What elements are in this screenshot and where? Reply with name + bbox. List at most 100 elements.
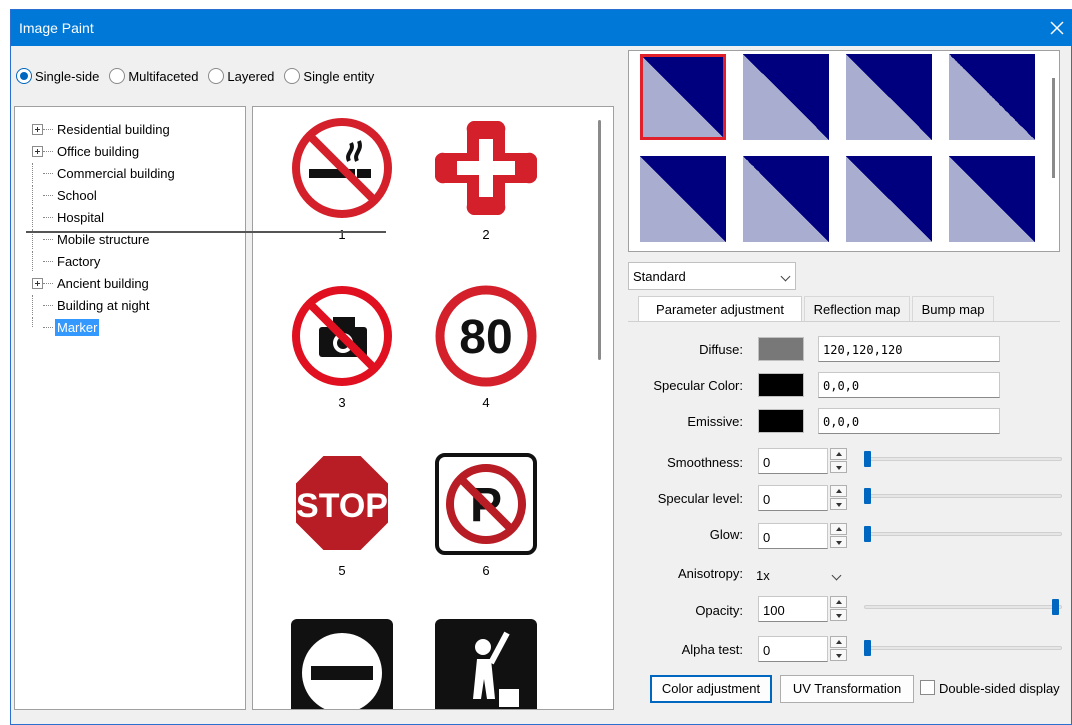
specular-level-value: 0 (763, 492, 771, 507)
radio-layered[interactable]: Layered (208, 68, 274, 84)
anisotropy-select[interactable]: 1x (750, 562, 846, 588)
gallery-item[interactable]: P 6 (431, 451, 541, 591)
emissive-value: 0,0,0 (823, 415, 860, 429)
material-swatch[interactable] (949, 54, 1035, 140)
opacity-value: 100 (763, 603, 785, 618)
preview-horizontal-scrollbar[interactable] (26, 231, 386, 233)
emissive-color-swatch[interactable] (758, 409, 804, 433)
smoothness-slider-thumb[interactable] (864, 451, 871, 467)
spin-down-icon[interactable] (830, 609, 847, 621)
material-swatch[interactable] (846, 156, 932, 242)
tree-item-residential-building[interactable]: Residential building (15, 119, 172, 139)
uv-transformation-button[interactable]: UV Transformation (780, 675, 914, 703)
radio-single-side[interactable]: Single-side (16, 68, 99, 84)
gallery-item[interactable] (287, 619, 397, 709)
glow-value: 0 (763, 530, 771, 545)
glow-slider-thumb[interactable] (864, 526, 871, 542)
spin-down-icon[interactable] (830, 536, 847, 548)
category-tree[interactable]: Residential building Office building Com… (14, 106, 246, 710)
specular-level-slider[interactable] (864, 494, 1062, 498)
double-sided-checkbox[interactable] (920, 680, 935, 695)
alpha-test-spinner[interactable]: 0 (758, 636, 848, 662)
sign-text: STOP (296, 487, 388, 525)
tree-item-label: Hospital (57, 209, 104, 225)
spin-down-icon[interactable] (830, 461, 847, 473)
glow-label: Glow: (709, 527, 743, 542)
radio-single-entity[interactable]: Single entity (284, 68, 374, 84)
spin-up-icon[interactable] (830, 485, 847, 497)
mode-radio-group: Single-side Multifaceted Layered Single … (16, 66, 384, 86)
tree-item-commercial-building[interactable]: Commercial building (15, 163, 177, 183)
gallery-item-number: 1 (338, 227, 346, 242)
gallery-item-number: 5 (338, 563, 346, 578)
specular-color-label: Specular Color: (653, 378, 743, 393)
glow-spinner[interactable]: 0 (758, 523, 848, 549)
opacity-slider-thumb[interactable] (1052, 599, 1059, 615)
emissive-value-field[interactable]: 0,0,0 (818, 408, 1000, 434)
material-swatch[interactable] (846, 54, 932, 140)
gallery-item-number: 3 (338, 395, 346, 410)
close-icon[interactable] (1043, 14, 1071, 42)
tree-item-label: Commercial building (57, 165, 175, 181)
spin-up-icon[interactable] (830, 636, 847, 648)
material-swatch[interactable] (640, 156, 726, 242)
expand-icon[interactable] (32, 277, 43, 289)
alpha-test-slider[interactable] (864, 646, 1062, 650)
tree-item-hospital[interactable]: Hospital (15, 207, 106, 227)
smoothness-slider[interactable] (864, 457, 1062, 461)
expand-icon[interactable] (32, 145, 43, 157)
specular-color-field[interactable]: 0,0,0 (818, 372, 1000, 398)
tree-item-office-building[interactable]: Office building (15, 141, 141, 161)
specular-level-slider-thumb[interactable] (864, 488, 871, 504)
diffuse-value-field[interactable]: 120,120,120 (818, 336, 1000, 362)
radio-multifaceted[interactable]: Multifaceted (109, 68, 198, 84)
spin-down-icon[interactable] (830, 498, 847, 510)
opacity-spinner[interactable]: 100 (758, 596, 848, 622)
material-type-select[interactable]: Standard (628, 262, 796, 290)
smoothness-spinner[interactable]: 0 (758, 448, 848, 474)
tree-item-building-at-night[interactable]: Building at night (15, 295, 152, 315)
smoothness-value: 0 (763, 455, 771, 470)
gallery-item[interactable] (431, 619, 541, 709)
tree-item-label: Building at night (57, 297, 150, 313)
gallery-scrollbar[interactable] (598, 120, 601, 360)
spin-up-icon[interactable] (830, 448, 847, 460)
window-title: Image Paint (19, 20, 94, 36)
opacity-slider[interactable] (864, 605, 1062, 609)
radio-label: Single entity (303, 68, 375, 84)
tab-bump-map[interactable]: Bump map (912, 296, 994, 322)
spin-up-icon[interactable] (830, 596, 847, 608)
gallery-item[interactable]: 1 (287, 115, 397, 255)
tree-item-school[interactable]: School (15, 185, 99, 205)
specular-color-swatch[interactable] (758, 373, 804, 397)
specular-color-value: 0,0,0 (823, 379, 860, 393)
material-swatch[interactable] (640, 54, 726, 140)
preview-vertical-scrollbar[interactable] (1052, 78, 1055, 178)
gallery-item[interactable]: STOP 5 (287, 451, 397, 591)
gallery-item[interactable]: 80 4 (431, 283, 541, 423)
glow-slider[interactable] (864, 532, 1062, 536)
gallery-item-number: 6 (482, 563, 490, 578)
diffuse-color-swatch[interactable] (758, 337, 804, 361)
material-swatch[interactable] (743, 156, 829, 242)
tab-reflection-map[interactable]: Reflection map (804, 296, 910, 322)
title-bar: Image Paint (11, 10, 1072, 46)
passenger-hailing-sign-icon (435, 619, 537, 709)
spin-down-icon[interactable] (830, 649, 847, 661)
color-adjustment-button[interactable]: Color adjustment (650, 675, 772, 703)
tree-item-ancient-building[interactable]: Ancient building (15, 273, 151, 293)
expand-icon[interactable] (32, 123, 43, 135)
material-swatch[interactable] (743, 54, 829, 140)
alpha-test-slider-thumb[interactable] (864, 640, 871, 656)
sign-text: 80 (459, 311, 512, 364)
material-swatch[interactable] (949, 156, 1035, 242)
gallery-item[interactable]: 2 (431, 115, 541, 255)
gallery-item[interactable]: 3 (287, 283, 397, 423)
tree-item-marker[interactable]: Marker (15, 317, 100, 337)
tree-item-factory[interactable]: Factory (15, 251, 102, 271)
texture-gallery[interactable]: 1 2 3 80 4 STOP 5 6 (252, 106, 614, 710)
specular-level-spinner[interactable]: 0 (758, 485, 848, 511)
tab-parameter-adjustment[interactable]: Parameter adjustment (638, 296, 802, 322)
radio-label: Multifaceted (128, 68, 199, 84)
spin-up-icon[interactable] (830, 523, 847, 535)
